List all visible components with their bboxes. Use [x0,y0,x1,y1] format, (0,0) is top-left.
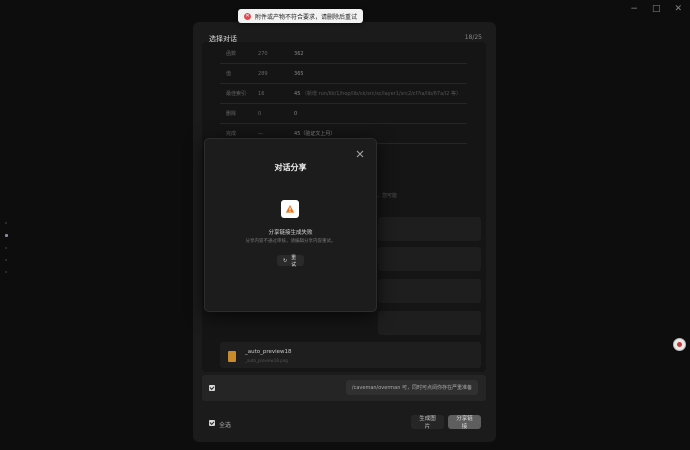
warning-icon [281,200,299,218]
row-value-a: 0 [252,103,289,124]
share-conversation-modal: 对话分享 分享链接生成失败 分享内容不通过审核，请编辑分享内容重试。 ↻ 重试 [204,138,377,312]
row-value-b-main: 0 [294,110,298,117]
selection-count: 18/25 [464,34,482,41]
list-item[interactable] [378,279,481,303]
close-window-button[interactable]: ✕ [674,4,682,14]
row-value-b-main: 45 [294,91,301,97]
file-name: _auto_preview18 [245,349,292,355]
retry-button[interactable]: ↻ 重试 [277,254,304,268]
refresh-icon: ↻ [283,257,288,264]
row-value-b-main: 365 [294,70,304,77]
window-controls: − □ ✕ [630,4,682,14]
file-attachment-card[interactable]: _auto_preview18 _auto_preview18.png [220,342,481,368]
rail-dot[interactable] [5,259,7,261]
row-value-a: 289 [252,63,289,84]
close-icon[interactable] [356,150,364,158]
table-row: 函数 270 362 [220,44,468,64]
list-item[interactable] [378,217,481,241]
row-value-b-main: 45（验证文上月） [294,131,336,137]
conversation-message-row[interactable]: /caveman/overman 可，同时可点阅你存在严重准备 [202,375,486,401]
maximize-button[interactable]: □ [652,4,661,14]
table-row: 最佳索引 16 45 （新增 run/lib/1/hop/lib/ck/src/… [220,83,468,104]
image-file-icon [228,351,236,362]
retry-label: 重试 [291,254,297,268]
row-key: 值 [220,63,253,84]
row-value-b: 362 [288,44,468,64]
row-value-a: 16 [252,83,289,104]
table-row: 删除 0 0 [220,103,468,124]
rail-dot-active[interactable] [5,234,8,237]
row-value-b: 365 [288,63,468,84]
row-value-b-note: （新增 run/lib/1/hop/lib/ck/src/sc/layer1/s… [301,91,462,97]
user-message-bubble: /caveman/overman 可，同时可点阅你存在严重准备 [345,380,478,395]
list-item[interactable] [378,311,481,335]
row-key: 函数 [220,44,253,64]
generate-image-button[interactable]: 生成图片 [411,415,444,430]
error-icon: ✕ [244,12,251,20]
toast-text: 附件或产物不符合要求，请删除后重试 [255,13,358,21]
list-item[interactable] [378,247,481,271]
avatar[interactable] [673,338,686,351]
rail-dot[interactable] [5,271,7,273]
table-row: 值 289 365 [220,63,468,84]
message-checkbox[interactable] [209,385,215,391]
modal-title: 对话分享 [274,163,307,172]
row-value-b: 45 （新增 run/lib/1/hop/lib/ck/src/sc/layer… [288,83,468,104]
error-description: 分享内容不通过审核，请编辑分享内容重试。 [245,239,336,244]
select-all-label[interactable]: 全选 [219,420,231,429]
rail-dot[interactable] [5,222,7,224]
select-all-checkbox[interactable] [209,420,215,426]
share-link-button[interactable]: 分享链接 [448,415,481,430]
stats-table: 函数 270 362 值 289 365 最佳索引 16 45 （新增 run/… [220,44,468,144]
file-subtitle: _auto_preview18.png [245,358,288,363]
error-toast: ✕ 附件或产物不符合要求，请删除后重试 [238,9,364,23]
row-key: 删除 [220,103,253,124]
sidebar-rail [5,222,8,273]
minimize-button[interactable]: − [630,4,638,14]
rail-dot[interactable] [5,247,7,249]
row-value-b: 0 [288,103,468,124]
row-value-a: 270 [252,44,289,64]
row-value-b-main: 362 [294,50,304,57]
error-title: 分享链接生成失败 [268,230,313,236]
row-key: 最佳索引 [220,83,253,104]
